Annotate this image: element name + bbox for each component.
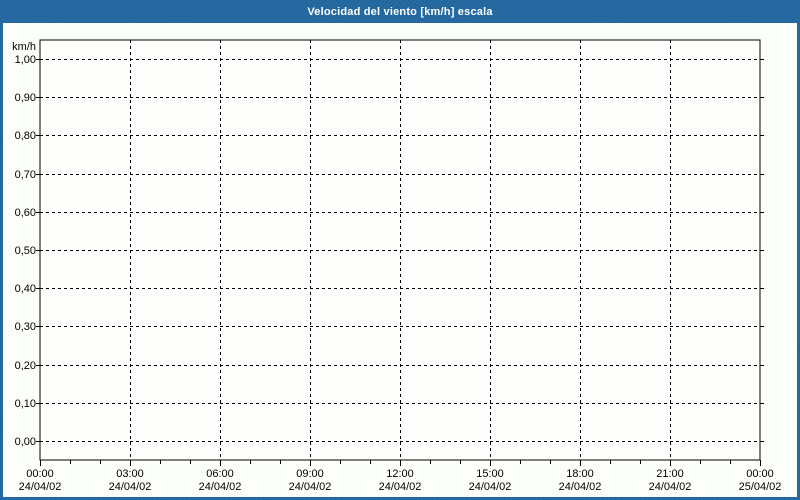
y-tick-label: 0,20 <box>14 359 36 372</box>
x-tick-label: 00:00 25/04/02 <box>725 468 795 494</box>
y-tick-label: 0,00 <box>14 435 36 448</box>
y-tick-label: 0,60 <box>14 206 36 219</box>
x-tick-label: 06:00 24/04/02 <box>185 468 255 494</box>
x-tick-label: 03:00 24/04/02 <box>95 468 165 494</box>
x-tick-label-date: 24/04/02 <box>468 481 512 493</box>
title-bar: Velocidad del viento [km/h] escala <box>0 0 800 23</box>
chart-area: km/h 1,00 0,90 0,80 0,70 0,60 0,50 0,40 0,30 0,2… <box>3 23 797 497</box>
x-tick-label-date: 25/04/02 <box>738 481 782 493</box>
x-tick-label: 18:00 24/04/02 <box>545 468 615 494</box>
plot-grid <box>36 39 764 466</box>
x-tick-label: 21:00 24/04/02 <box>635 468 705 494</box>
x-tick-label-date: 24/04/02 <box>108 481 152 493</box>
x-tick-label-time: 00:00 <box>746 468 774 480</box>
x-tick-label-time: 09:00 <box>296 468 324 480</box>
y-tick-label: 0,50 <box>14 244 36 257</box>
x-tick-label-time: 21:00 <box>656 468 684 480</box>
x-tick-label-date: 24/04/02 <box>648 481 692 493</box>
y-tick-label: 0,30 <box>14 320 36 333</box>
y-tick-label: 0,80 <box>14 129 36 142</box>
x-tick-label-time: 06:00 <box>206 468 234 480</box>
chart-window: Velocidad del viento [km/h] escala km/h … <box>0 0 800 500</box>
x-tick-label-time: 00:00 <box>26 468 54 480</box>
x-tick-label-date: 24/04/02 <box>558 481 602 493</box>
x-tick-label-date: 24/04/02 <box>198 481 242 493</box>
y-tick-label: 0,10 <box>14 397 36 410</box>
chart-title: Velocidad del viento [km/h] escala <box>307 5 493 18</box>
x-tick-label-time: 15:00 <box>476 468 504 480</box>
x-tick-label-time: 03:00 <box>116 468 144 480</box>
y-tick-label: 0,90 <box>14 91 36 104</box>
y-axis-unit-label: km/h <box>12 41 36 53</box>
x-tick-label: 12:00 24/04/02 <box>365 468 435 494</box>
x-tick-label: 09:00 24/04/02 <box>275 468 345 494</box>
x-tick-label: 15:00 24/04/02 <box>455 468 525 494</box>
x-tick-label-time: 18:00 <box>566 468 594 480</box>
y-tick-label: 1,00 <box>14 53 36 66</box>
y-tick-label: 0,40 <box>14 282 36 295</box>
x-tick-label-time: 12:00 <box>386 468 414 480</box>
x-tick-label: 00:00 24/04/02 <box>5 468 75 494</box>
x-tick-label-date: 24/04/02 <box>18 481 62 493</box>
x-tick-label-date: 24/04/02 <box>288 481 332 493</box>
y-tick-label: 0,70 <box>14 168 36 181</box>
x-tick-label-date: 24/04/02 <box>378 481 422 493</box>
